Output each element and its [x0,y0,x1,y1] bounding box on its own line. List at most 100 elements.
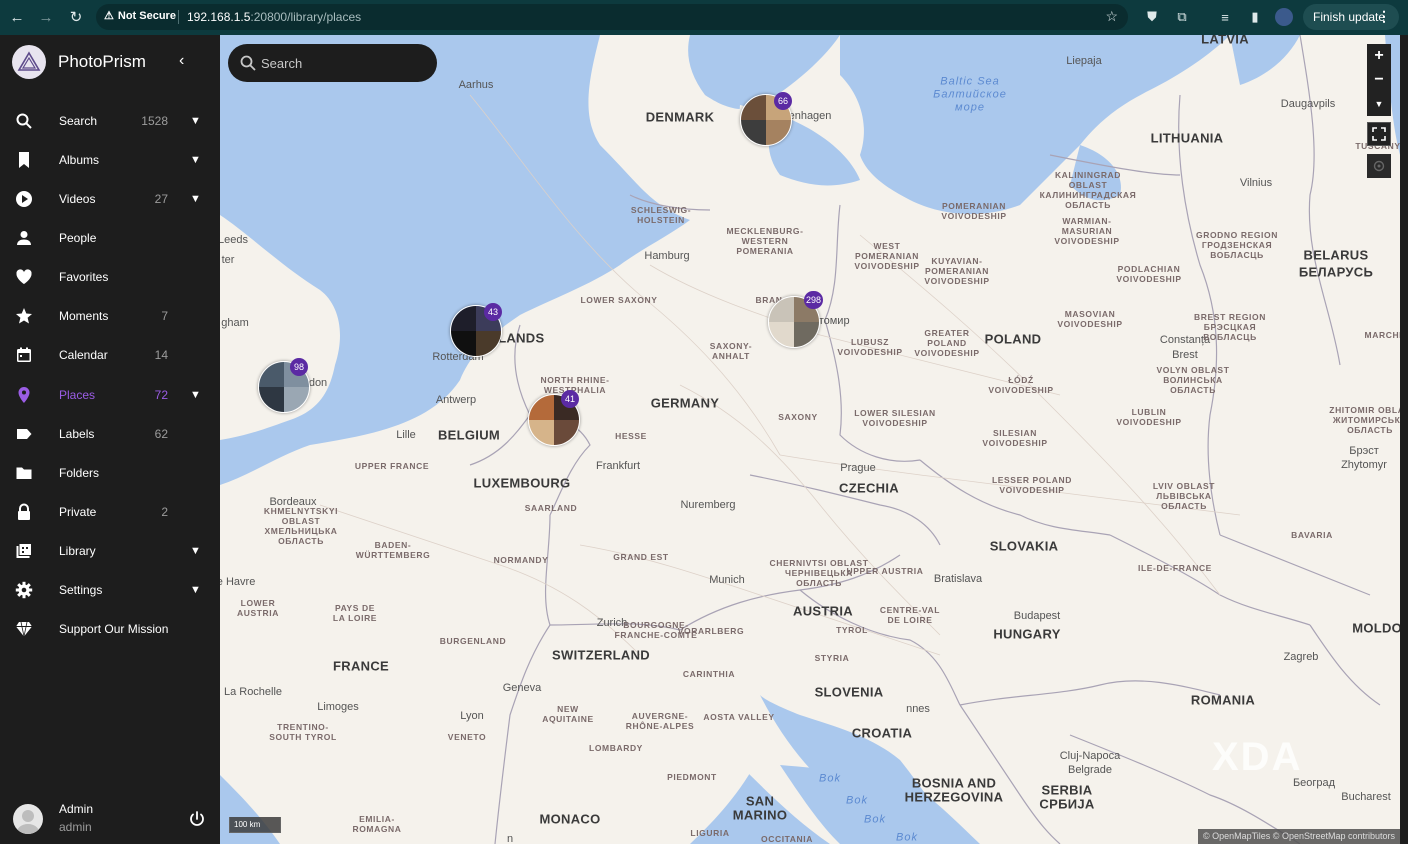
city-label: n [506,833,514,844]
region-label: BREST REGION БРЭСЦКАЯ ВОБЛАСЦЬ [1194,312,1266,342]
city-label: Munich [709,574,745,586]
shield-extension-icon[interactable]: ⛊ [1143,8,1161,26]
sidebar-item-search[interactable]: Search 1528 ▼ [0,101,220,140]
region-label: PIEDMONT [667,772,717,782]
region-label: TRENTINO- SOUTH TYROL [269,722,337,742]
chevron-down-icon[interactable]: ▼ [190,389,201,401]
forward-arrow-icon[interactable]: → [37,8,55,26]
sidebar-item-videos[interactable]: Videos 27 ▼ [0,179,220,218]
region-label: UPPER AUSTRIA [846,566,924,576]
country-label: AUSTRIA [793,603,853,619]
chevron-down-icon[interactable]: ▼ [190,193,201,205]
region-label: SAXONY [778,412,818,422]
user-account[interactable]: Admin admin [0,793,220,844]
url-text[interactable]: 192.168.1.5:20800/library/places [187,10,361,24]
chevron-down-icon[interactable]: ▼ [190,545,201,557]
city-label: Lyon [460,710,484,722]
bookmark-star-icon[interactable]: ☆ [1105,8,1118,25]
city-label: Antwerp [435,394,477,406]
label-icon [14,424,34,444]
side-panel-icon[interactable]: ▮ [1246,8,1264,26]
map-attribution[interactable]: © OpenMapTiles © OpenStreetMap contribut… [1197,829,1400,844]
sidebar-item-support-our-mission[interactable]: Support Our Mission [0,610,220,649]
map-search-input[interactable]: Search [228,44,437,82]
city-label: nnes [906,703,930,715]
city-label: Daugavpils [1280,98,1336,110]
city-label: Брэст [1349,445,1379,457]
sidebar-item-label: Labels [59,426,95,441]
reading-list-icon[interactable]: ≡ [1216,8,1234,26]
sidebar-item-calendar[interactable]: Calendar 14 [0,336,220,375]
sidebar-item-people[interactable]: People [0,218,220,257]
country-label: FRANCE [333,658,389,674]
city-label: Zhytomyr [1341,459,1387,471]
country-label: HUNGARY [993,626,1061,642]
power-logout-icon[interactable] [187,809,207,829]
sidebar-item-settings[interactable]: Settings ▼ [0,571,220,610]
sidebar-item-private[interactable]: Private 2 [0,493,220,532]
sidebar-item-favorites[interactable]: Favorites [0,258,220,297]
city-label: Aarhus [458,79,494,91]
zoom-in-button[interactable]: + [1367,44,1391,68]
country-label: БЕЛАРУСЬ [1298,264,1374,280]
sea-label: Bok [864,813,886,826]
region-label: BADEN- WÜRTTEMBERG [355,540,431,560]
collapse-sidebar-icon[interactable]: ‹ [179,52,184,70]
more-menu-icon[interactable]: ⋮ [1377,8,1391,25]
region-label: GREATER POLAND VOIVODESHIP [914,328,980,358]
region-label: TYROL [836,625,868,635]
address-bar[interactable]: ⚠ Not Secure 192.168.1.5:20800/library/p… [96,4,1128,30]
region-label: KALININGRAD OBLAST КАЛИНИНГРАДСКАЯ ОБЛАС… [1039,170,1137,210]
country-label: BELGIUM [437,427,501,443]
reload-icon[interactable]: ↻ [67,8,85,26]
cluster-count-badge[interactable]: 98 [290,358,308,376]
sidebar-item-albums[interactable]: Albums ▼ [0,140,220,179]
places-map[interactable]: DENMARK LITHUANIA BELARUS БЕЛАРУСЬ POLAND GER… [220,35,1400,844]
country-label: LUXEMBOURG [473,475,571,491]
region-label: OCCITANIA [761,834,813,844]
sidebar-item-library[interactable]: Library ▼ [0,532,220,571]
chevron-down-icon[interactable]: ▼ [190,154,201,166]
fullscreen-button[interactable] [1367,122,1391,146]
chevron-down-icon[interactable]: ▼ [190,115,201,127]
cluster-count-badge[interactable]: 41 [561,390,579,408]
back-arrow-icon[interactable]: ← [8,8,26,26]
chevron-down-icon[interactable]: ▼ [190,584,201,596]
region-label: LESSER POLAND VOIVODESHIP [991,475,1073,495]
locate-button[interactable] [1367,154,1391,178]
country-label: LATVIA [1201,35,1249,47]
region-label: VOLYN OBLAST ВОЛИНСЬКА ОБЛАСТЬ [1156,365,1230,395]
app-brand[interactable]: PhotoPrism [12,45,146,79]
profile-avatar-icon[interactable] [1275,8,1293,26]
cluster-count-badge[interactable]: 66 [774,92,792,110]
cluster-count-badge[interactable]: 43 [484,303,502,321]
sidebar-item-count: 1528 [141,113,168,128]
region-label: HESSE [615,431,647,441]
finish-update-button[interactable]: Finish update ⋮ [1303,4,1399,30]
search-placeholder: Search [261,56,303,71]
country-label: CROATIA [851,725,913,741]
sidebar-item-label: Calendar [59,348,108,363]
sidebar-item-folders[interactable]: Folders [0,453,220,492]
region-label: CARINTHIA [682,669,736,679]
sidebar-item-labels[interactable]: Labels 62 [0,414,220,453]
region-label: ZHITOMIR OBLAS ЖИТОМИРСЬКА ОБЛАСТЬ [1329,405,1400,435]
sidebar-item-places[interactable]: Places 72 ▼ [0,375,220,414]
zoom-out-button[interactable]: − [1367,68,1391,92]
city-label: Bratislava [933,573,983,585]
region-label: PAYS DE LA LOIRE [332,603,378,623]
puzzle-extension-icon[interactable]: ⧉ [1173,8,1191,26]
compass-button[interactable]: ▼ [1367,92,1391,116]
cluster-count-badge[interactable]: 298 [804,291,824,309]
sidebar-item-moments[interactable]: Moments 7 [0,297,220,336]
country-label: BELARUS [1303,247,1369,263]
country-label: LITHUANIA [1150,130,1224,146]
country-label: HERZEGOVINA [904,789,1004,805]
city-label: Le Havre [220,576,256,588]
security-indicator[interactable]: ⚠ Not Secure [104,9,176,23]
avatar[interactable] [13,804,43,834]
country-label: POLAND [984,331,1042,347]
country-label: MONACO [539,811,601,827]
sidebar-item-label: Albums [59,152,100,167]
region-label: ILE-DE-FRANCE [1138,563,1212,573]
